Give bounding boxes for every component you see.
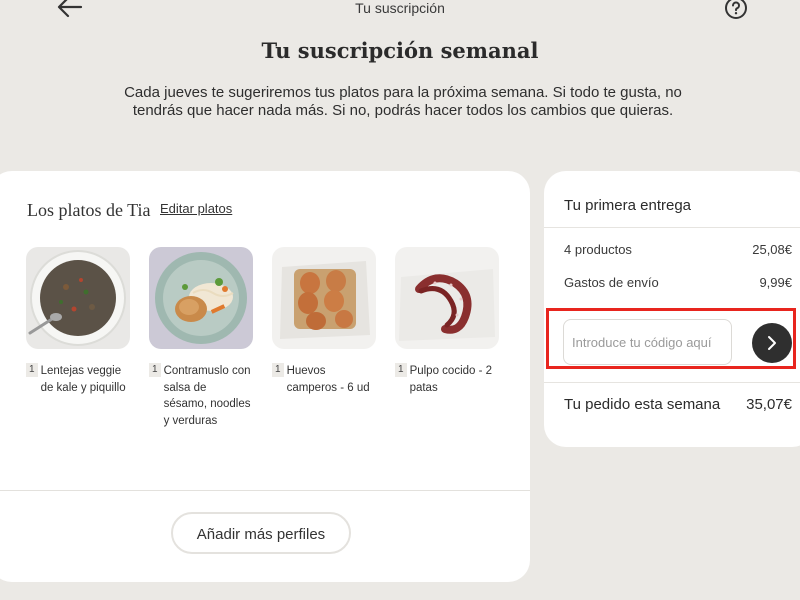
contramuslo-dish-image [149, 247, 253, 349]
products-label: 4 productos [564, 242, 632, 257]
edit-plates-link[interactable]: Editar platos [160, 201, 232, 216]
dish-name: Lentejas veggie de kale y piquillo [40, 365, 126, 394]
intro-text: Cada jueves te sugeriremos tus platos pa… [124, 84, 682, 119]
chevron-right-icon [768, 336, 776, 350]
question-circle-icon [725, 0, 747, 19]
total-label: Tu pedido esta semana [564, 396, 721, 413]
lentejas-dish-image [26, 247, 130, 349]
total-value: 35,07€ [746, 396, 792, 413]
plates-card: Los platos de Tia Editar platos 1 Lenteja… [0, 171, 530, 582]
delivery-summary-card: Tu primera entrega 4 productos 25,08€ Ga… [544, 171, 800, 447]
add-profiles-button[interactable]: Añadir más perfiles [171, 512, 351, 554]
topbar-title: Tu suscripción [355, 0, 445, 16]
pulpo-dish-image [395, 247, 499, 349]
page-title: Tu suscripción semanal [261, 38, 539, 63]
summary-divider [544, 382, 800, 383]
shipping-label: Gastos de envío [564, 275, 659, 290]
dish-name: Pulpo cocido - 2 patas [409, 365, 493, 394]
dish-card-pulpo[interactable]: 1 Pulpo cocido - 2 patas [395, 247, 499, 396]
shipping-value: 9,99€ [759, 275, 792, 290]
plates-heading: Los platos de Tia [27, 200, 151, 220]
products-value: 25,08€ [752, 242, 792, 257]
dish-quantity: 1 [149, 363, 161, 377]
promo-submit-button[interactable] [752, 323, 792, 363]
summary-title: Tu primera entrega [564, 197, 692, 214]
card-divider [0, 490, 530, 491]
dish-quantity: 1 [272, 363, 284, 377]
top-bar: Tu suscripción [0, 0, 800, 20]
dish-quantity: 1 [395, 363, 407, 377]
dish-card-lentejas[interactable]: 1 Lentejas veggie de kale y piquillo [26, 247, 130, 396]
help-button[interactable] [724, 0, 748, 20]
promo-code-input[interactable] [563, 319, 732, 365]
dish-name: Huevos camperos - 6 ud [286, 365, 370, 394]
dish-quantity: 1 [26, 363, 38, 377]
huevos-dish-image [272, 247, 376, 349]
dish-card-contramuslo[interactable]: 1 Contramuslo con salsa de sésamo, noodle… [149, 247, 253, 429]
dish-card-huevos[interactable]: 1 Huevos camperos - 6 ud [272, 247, 376, 396]
dish-name: Contramuslo con salsa de sésamo, noodles… [163, 365, 251, 427]
summary-divider [544, 227, 800, 228]
